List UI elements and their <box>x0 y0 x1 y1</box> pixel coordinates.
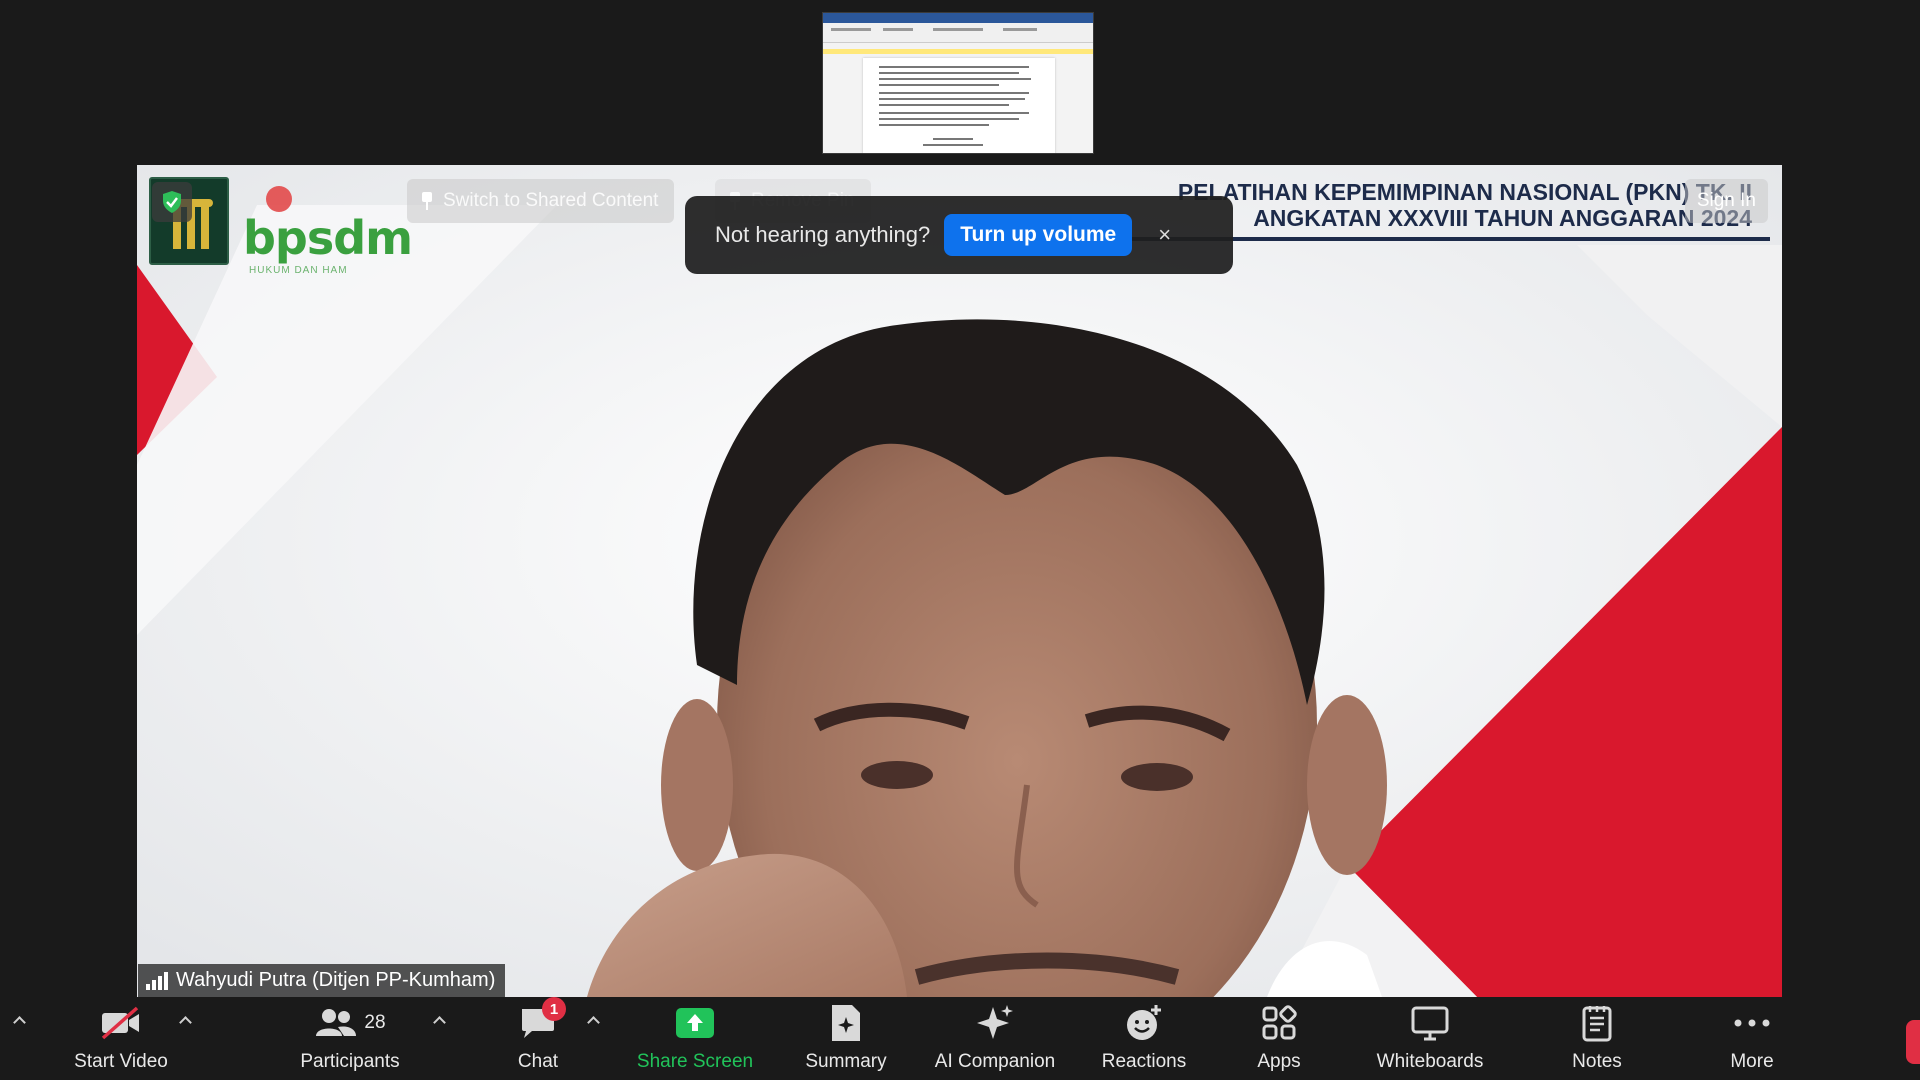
encryption-shield-icon[interactable] <box>152 182 192 222</box>
ai-companion-button[interactable]: AI Companion <box>920 1001 1070 1077</box>
audio-options-caret-icon[interactable] <box>12 1013 26 1027</box>
apps-label: Apps <box>1257 1051 1301 1072</box>
chat-label: Chat <box>517 1051 559 1072</box>
thumbnail-titlebar <box>823 13 1093 23</box>
ai-companion-label: AI Companion <box>934 1051 1056 1072</box>
pin-icon <box>421 192 433 210</box>
apps-button[interactable]: Apps <box>1238 1001 1320 1077</box>
thumbnail-infobar <box>823 49 1093 54</box>
shared-content-strip <box>0 0 1920 165</box>
reactions-label: Reactions <box>1101 1051 1187 1072</box>
participants-count: 28 <box>364 1012 386 1033</box>
sign-in-button[interactable]: Sign In <box>1684 179 1768 223</box>
participant-name: Wahyudi Putra (Ditjen PP-Kumham) <box>176 969 496 991</box>
ai-companion-icon <box>971 1001 1019 1045</box>
end-meeting-button[interactable] <box>1906 1020 1920 1064</box>
apps-icon <box>1255 1001 1303 1045</box>
whiteboards-button[interactable]: Whiteboards <box>1362 1001 1498 1077</box>
audio-check-toast: Not hearing anything? Turn up volume × <box>685 196 1233 274</box>
notes-icon <box>1573 1001 1621 1045</box>
chat-unread-badge: 1 <box>542 997 566 1021</box>
video-options-caret-icon[interactable] <box>178 1013 192 1027</box>
share-screen-icon <box>671 1001 719 1045</box>
summary-label: Summary <box>805 1051 887 1072</box>
participant-name-tag: Wahyudi Putra (Ditjen PP-Kumham) <box>138 964 506 997</box>
notes-label: Notes <box>1572 1051 1622 1072</box>
summary-icon <box>822 1001 870 1045</box>
logo-subtext: HUKUM DAN HAM <box>249 265 348 276</box>
shared-content-thumbnail[interactable] <box>822 12 1094 154</box>
video-off-icon <box>97 1001 145 1045</box>
meeting-toolbar: Start Video 28 Participants 1 Chat Share… <box>0 997 1920 1080</box>
recording-indicator-icon <box>266 186 292 212</box>
reactions-button[interactable]: Reactions <box>1090 1001 1198 1077</box>
share-screen-label: Share Screen <box>636 1051 754 1072</box>
participants-button[interactable]: 28 Participants <box>286 1001 414 1077</box>
participants-options-caret-icon[interactable] <box>432 1013 446 1027</box>
more-label: More <box>1730 1051 1774 1072</box>
video-feed <box>137 165 1782 997</box>
participants-label: Participants <box>300 1051 400 1072</box>
switch-to-shared-content-button[interactable]: Switch to Shared Content <box>407 179 675 223</box>
share-screen-button[interactable]: Share Screen <box>630 1001 760 1077</box>
thumbnail-ribbon <box>823 23 1093 43</box>
switch-label: Switch to Shared Content <box>443 190 659 211</box>
signal-strength-icon <box>146 971 168 990</box>
more-button[interactable]: More <box>1710 1001 1794 1077</box>
start-video-label: Start Video <box>74 1051 168 1072</box>
reactions-icon <box>1120 1001 1168 1045</box>
chat-button[interactable]: 1 Chat <box>490 997 586 1077</box>
more-icon <box>1728 1001 1776 1045</box>
close-icon[interactable]: × <box>1158 222 1171 248</box>
start-video-button[interactable]: Start Video <box>58 1001 184 1077</box>
active-speaker-video[interactable]: bpsdm HUKUM DAN HAM PELATIHAN KEPEMIMPIN… <box>137 165 1782 997</box>
toast-message: Not hearing anything? <box>715 222 931 247</box>
turn-up-volume-button[interactable]: Turn up volume <box>944 214 1133 256</box>
logo-wordmark: bpsdm <box>243 211 413 265</box>
participants-icon: 28 <box>305 1001 395 1045</box>
notes-button[interactable]: Notes <box>1554 1001 1640 1077</box>
chat-icon: 1 <box>514 997 566 1045</box>
summary-button[interactable]: Summary <box>790 1001 902 1077</box>
chat-options-caret-icon[interactable] <box>586 1013 600 1027</box>
whiteboard-icon <box>1406 1001 1454 1045</box>
thumbnail-document-page <box>863 58 1055 153</box>
whiteboards-label: Whiteboards <box>1376 1051 1484 1072</box>
